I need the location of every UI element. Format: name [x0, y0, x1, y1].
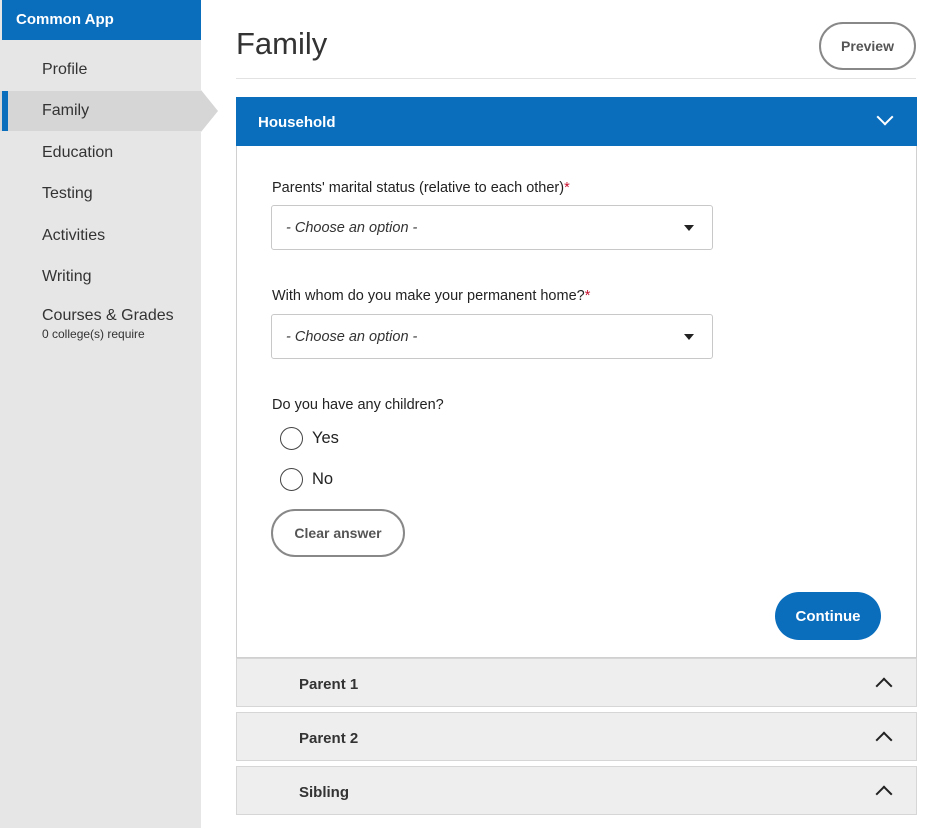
- permanent-home-label-text: With whom do you make your permanent hom…: [272, 288, 585, 304]
- sidebar-item-label: Writing: [42, 268, 92, 285]
- clear-answer-button[interactable]: Clear answer: [271, 509, 405, 557]
- header-divider: [236, 78, 916, 79]
- sidebar-item-label: Courses & Grades: [42, 307, 174, 324]
- sidebar-item-writing[interactable]: Writing: [0, 257, 201, 297]
- section-label: Sibling: [299, 784, 349, 801]
- sidebar-item-label: Education: [42, 144, 114, 161]
- sidebar-item-family[interactable]: Family: [0, 91, 201, 131]
- section-parent-1[interactable]: Parent 1: [236, 658, 917, 707]
- marital-status-label: Parents' marital status (relative to eac…: [272, 180, 570, 196]
- sidebar-item-courses-grades[interactable]: Courses & Grades 0 college(s) require: [0, 299, 201, 347]
- caret-down-icon: [684, 334, 694, 340]
- caret-down-icon: [684, 225, 694, 231]
- page-title: Family: [236, 26, 328, 61]
- continue-button[interactable]: Continue: [775, 592, 881, 640]
- chevron-up-icon: [875, 677, 893, 695]
- sidebar-item-label: Family: [42, 102, 90, 119]
- permanent-home-label: With whom do you make your permanent hom…: [272, 288, 590, 304]
- sidebar-item-testing[interactable]: Testing: [0, 174, 201, 214]
- chevron-down-icon: [876, 108, 894, 126]
- sidebar-item-label: Testing: [42, 185, 93, 202]
- household-panel-header[interactable]: Household: [236, 97, 917, 146]
- active-item-pointer: [201, 90, 218, 132]
- chevron-up-icon: [875, 785, 893, 803]
- section-parent-2[interactable]: Parent 2: [236, 712, 917, 761]
- sidebar-item-label: Profile: [42, 61, 88, 78]
- sidebar: Common App Profile Family Education Test…: [0, 0, 201, 828]
- sidebar-item-label: Activities: [42, 227, 106, 244]
- household-title: Household: [258, 114, 336, 131]
- marital-status-label-text: Parents' marital status (relative to eac…: [272, 180, 565, 196]
- chevron-up-icon: [875, 731, 893, 749]
- radio-yes-label: Yes: [312, 429, 339, 447]
- children-question-label: Do you have any children?: [272, 397, 444, 413]
- sidebar-item-profile[interactable]: Profile: [0, 50, 201, 90]
- section-sibling[interactable]: Sibling: [236, 766, 917, 815]
- radio-no[interactable]: [280, 468, 303, 491]
- brand-logo[interactable]: Common App: [2, 0, 201, 40]
- required-asterisk: *: [564, 180, 570, 196]
- sidebar-item-activities[interactable]: Activities: [0, 216, 201, 256]
- permanent-home-value: - Choose an option -: [286, 329, 418, 345]
- marital-status-select[interactable]: - Choose an option -: [271, 205, 713, 250]
- permanent-home-select[interactable]: - Choose an option -: [271, 314, 713, 359]
- sidebar-item-education[interactable]: Education: [0, 133, 201, 173]
- sidebar-item-sublabel: 0 college(s) require: [42, 327, 145, 341]
- marital-status-value: - Choose an option -: [286, 220, 418, 236]
- required-asterisk: *: [584, 288, 591, 304]
- preview-button[interactable]: Preview: [819, 22, 916, 70]
- radio-no-label: No: [312, 470, 334, 488]
- section-label: Parent 1: [299, 676, 359, 693]
- radio-yes[interactable]: [280, 427, 303, 450]
- section-label: Parent 2: [299, 730, 359, 747]
